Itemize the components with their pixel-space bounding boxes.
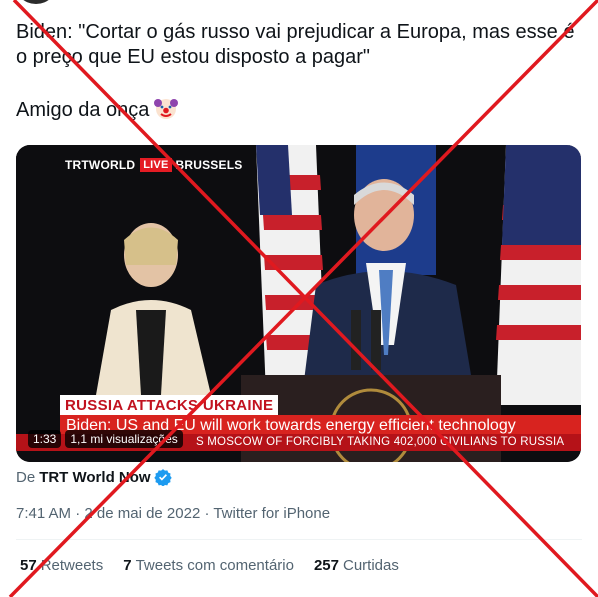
- us-flag-right: [496, 145, 581, 405]
- video-views: 1,1 mi visualizações: [65, 430, 183, 448]
- verified-badge-icon: [153, 469, 172, 486]
- divider: [16, 539, 582, 540]
- stat-likes[interactable]: 257 Curtidas: [314, 557, 399, 574]
- stat-retweets[interactable]: 57 Retweets: [20, 557, 103, 574]
- video-player[interactable]: TRTWORLD LIVE BRUSSELS RUSSIA ATTACKS UK…: [16, 145, 581, 462]
- tweet-text-line2: Amigo da onça: [16, 99, 150, 121]
- tweet-text-line1: Biden: "Cortar o gás russo vai prejudica…: [16, 21, 575, 68]
- live-badge: LIVE: [140, 158, 172, 172]
- video-source: De TRT World Now: [16, 468, 172, 486]
- tweet-stats: 57 Retweets 7 Tweets com comentário 257 Cur…: [20, 557, 399, 574]
- video-duration: 1:33: [28, 430, 62, 448]
- news-headline: RUSSIA ATTACKS UKRAINE: [60, 395, 279, 416]
- stat-quote-tweets[interactable]: 7 Tweets com comentário: [123, 557, 294, 574]
- video-info-badges: 1:33 1,1 mi visualizações: [28, 430, 183, 448]
- channel-brand: TRTWORLD: [65, 158, 136, 172]
- tweet-text: Biden: "Cortar o gás russo vai prejudica…: [16, 20, 586, 123]
- channel-location: BRUSSELS: [175, 158, 243, 172]
- source-prefix: De: [16, 468, 36, 486]
- source-account-link[interactable]: TRT World Now: [39, 469, 150, 486]
- author-avatar[interactable]: [14, 0, 58, 4]
- tweet-timestamp[interactable]: 7:41 AM · 2 de mai de 2022 · Twitter for…: [16, 505, 330, 522]
- clown-face-icon: [154, 99, 179, 119]
- channel-logo: TRTWORLD LIVE BRUSSELS: [65, 158, 242, 172]
